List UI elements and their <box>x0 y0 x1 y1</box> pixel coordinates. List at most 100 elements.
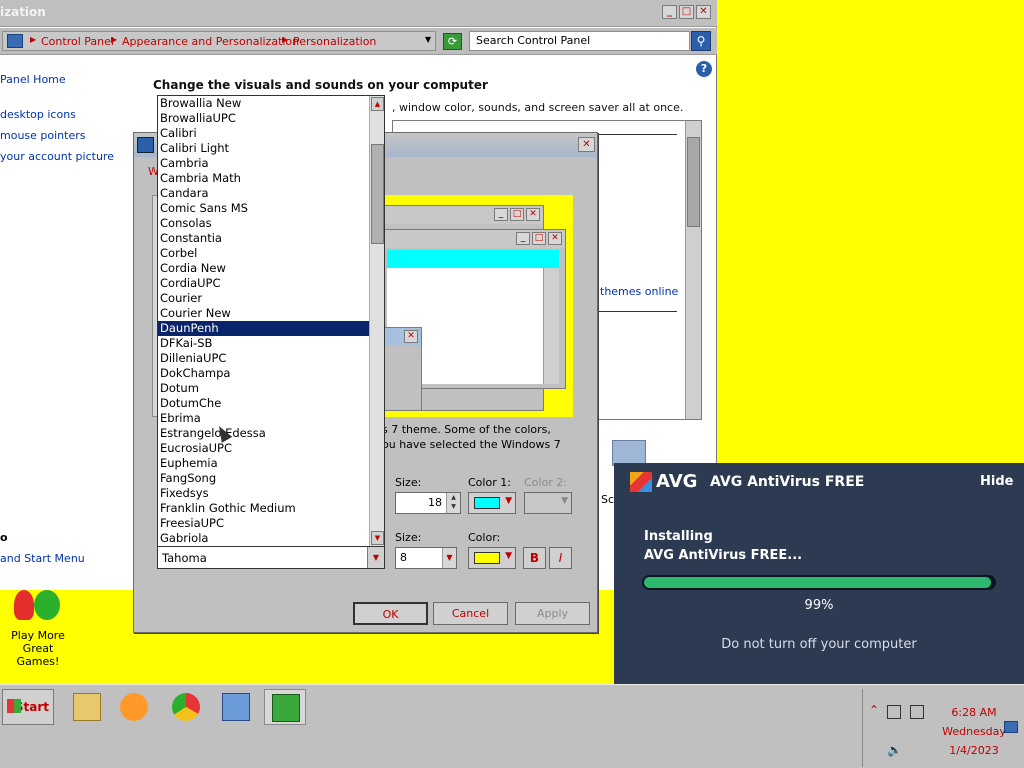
font-list-item[interactable]: Corbel <box>158 246 369 261</box>
font-list-items: Browallia New BrowalliaUPC Calibri Calibri … <box>158 96 384 546</box>
font-list-item[interactable]: FangSong <box>158 471 369 486</box>
scroll-thumb[interactable] <box>371 144 384 244</box>
volume-icon[interactable]: 🔈 <box>887 743 902 757</box>
avg-hide-button[interactable]: Hide <box>980 474 1013 489</box>
font-list-item[interactable]: Fixedsys <box>158 486 369 501</box>
chevron-right-icon[interactable]: ▶ <box>111 35 117 44</box>
chevron-down-icon: ▼ <box>505 551 512 561</box>
dialog-close-button[interactable]: ✕ <box>578 137 595 152</box>
font-list-item[interactable]: Gabriola <box>158 531 369 546</box>
font-list-item[interactable]: Courier New <box>158 306 369 321</box>
chevron-down-icon[interactable]: ▼ <box>367 547 384 568</box>
font-list-item[interactable]: DaunPenh <box>158 321 369 336</box>
breadcrumb-control-panel[interactable]: Control Panel <box>41 35 114 48</box>
color2-picker[interactable]: ▼ <box>524 492 572 514</box>
search-input[interactable]: Search Control Panel <box>469 31 690 51</box>
font-list-item[interactable]: Calibri Light <box>158 141 369 156</box>
italic-button[interactable]: I <box>549 547 572 569</box>
font-list-item[interactable]: CordiaUPC <box>158 276 369 291</box>
font-size-select[interactable]: 8 ▼ <box>395 547 457 569</box>
chevron-right-icon[interactable]: ▶ <box>282 35 288 44</box>
sidebar-link-desktop-icons[interactable]: desktop icons <box>0 108 76 121</box>
cancel-button[interactable]: Cancel <box>433 602 508 625</box>
screen-saver-label[interactable]: Sc <box>601 493 614 506</box>
taskbar-personalization[interactable] <box>264 689 306 725</box>
sidebar-link-start-menu[interactable]: and Start Menu <box>0 552 85 565</box>
font-list-item[interactable]: FreesiaUPC <box>158 516 369 531</box>
scroll-up-icon[interactable]: ▲ <box>371 97 384 111</box>
font-list-item[interactable]: Estrangelo Edessa <box>158 426 369 441</box>
games-icon-label[interactable]: Play More Great Games! <box>0 629 76 668</box>
action-center-icon[interactable] <box>910 705 924 719</box>
taskbar-chrome[interactable] <box>165 689 207 725</box>
maximize-icon: □ <box>510 208 524 221</box>
breadcrumb[interactable]: ▶ Control Panel ▶ Appearance and Persona… <box>2 31 436 51</box>
preview-selected-item <box>387 250 559 268</box>
taskbar-control-panel[interactable] <box>215 689 257 725</box>
avg-progress-bar <box>642 575 996 590</box>
sidebar-link-account-picture[interactable]: your account picture <box>0 150 114 163</box>
sidebar-link-mouse-pointers[interactable]: mouse pointers <box>0 129 86 142</box>
scroll-down-icon[interactable]: ▼ <box>371 531 384 545</box>
show-hidden-icons-button[interactable]: ⌃ <box>869 703 879 717</box>
font-list-item[interactable]: Comic Sans MS <box>158 201 369 216</box>
clock-time[interactable]: 6:28 AM <box>933 706 1015 719</box>
search-icon[interactable]: ⚲ <box>691 31 711 51</box>
get-themes-online-link[interactable]: themes online <box>600 285 678 298</box>
font-color-picker[interactable]: ▼ <box>468 547 516 569</box>
control-panel-titlebar[interactable]: ization _ □ ✕ <box>0 0 717 27</box>
show-desktop-button[interactable] <box>1004 721 1018 733</box>
font-list-item[interactable]: BrowalliaUPC <box>158 111 369 126</box>
font-list-item[interactable]: DotumChe <box>158 396 369 411</box>
font-list-item[interactable]: Cambria <box>158 156 369 171</box>
color1-picker[interactable]: ▼ <box>468 492 516 514</box>
breadcrumb-appearance[interactable]: Appearance and Personalization <box>122 35 299 48</box>
network-icon[interactable] <box>887 705 901 719</box>
font-list-item[interactable]: EucrosiaUPC <box>158 441 369 456</box>
chevron-down-icon[interactable]: ▼ <box>442 548 456 568</box>
chevron-down-icon[interactable]: ▼ <box>425 35 431 44</box>
font-list-scrollbar[interactable]: ▲ ▼ <box>369 96 384 546</box>
maximize-button[interactable]: □ <box>679 5 694 19</box>
spin-arrows-icon[interactable]: ▲ ▼ <box>446 493 460 513</box>
refresh-button[interactable]: ⟳ <box>443 33 462 50</box>
item-size-stepper[interactable]: 18 ▲ ▼ <box>395 492 461 514</box>
help-icon[interactable]: ? <box>696 61 712 77</box>
apply-button[interactable]: Apply <box>515 602 590 625</box>
font-list-item[interactable]: Constantia <box>158 231 369 246</box>
start-button[interactable]: Start <box>2 689 54 725</box>
font-list-item[interactable]: Cordia New <box>158 261 369 276</box>
font-list-item[interactable]: Euphemia <box>158 456 369 471</box>
avg-install-popup: AVG AVG AntiVirus FREE Hide Installing A… <box>614 463 1024 684</box>
bold-button[interactable]: B <box>523 547 546 569</box>
close-icon: ✕ <box>548 232 562 245</box>
font-list-item[interactable]: Consolas <box>158 216 369 231</box>
taskbar-file-explorer[interactable] <box>66 689 108 725</box>
font-dropdown-list[interactable]: Browallia New BrowalliaUPC Calibri Calibri … <box>157 95 385 547</box>
font-list-item[interactable]: DilleniaUPC <box>158 351 369 366</box>
close-button[interactable]: ✕ <box>696 5 711 19</box>
font-select-value: Tahoma <box>162 551 207 565</box>
font-list-item[interactable]: Ebrima <box>158 411 369 426</box>
font-list-item[interactable]: DokChampa <box>158 366 369 381</box>
font-select[interactable]: Tahoma ▼ <box>157 546 385 569</box>
minimize-button[interactable]: _ <box>662 5 677 19</box>
font-list-item[interactable]: Courier <box>158 291 369 306</box>
breadcrumb-personalization[interactable]: Personalization <box>293 35 376 48</box>
font-list-item[interactable]: DFKai-SB <box>158 336 369 351</box>
page-title: Change the visuals and sounds on your co… <box>153 78 488 92</box>
themes-scrollbar[interactable] <box>685 121 701 419</box>
clock-day[interactable]: Wednesday <box>933 725 1015 738</box>
chevron-right-icon[interactable]: ▶ <box>30 35 36 44</box>
font-list-item[interactable]: Candara <box>158 186 369 201</box>
font-list-item[interactable]: Browallia New <box>158 96 369 111</box>
font-list-item[interactable]: Dotum <box>158 381 369 396</box>
ok-button[interactable]: OK <box>353 602 428 625</box>
font-list-item[interactable]: Franklin Gothic Medium <box>158 501 369 516</box>
font-list-item[interactable]: Cambria Math <box>158 171 369 186</box>
sidebar-link-home[interactable]: Panel Home <box>0 73 66 86</box>
clock-date[interactable]: 1/4/2023 <box>933 744 1015 757</box>
font-list-item[interactable]: Calibri <box>158 126 369 141</box>
taskbar-media-player[interactable] <box>113 689 155 725</box>
games-icon[interactable] <box>12 590 64 628</box>
